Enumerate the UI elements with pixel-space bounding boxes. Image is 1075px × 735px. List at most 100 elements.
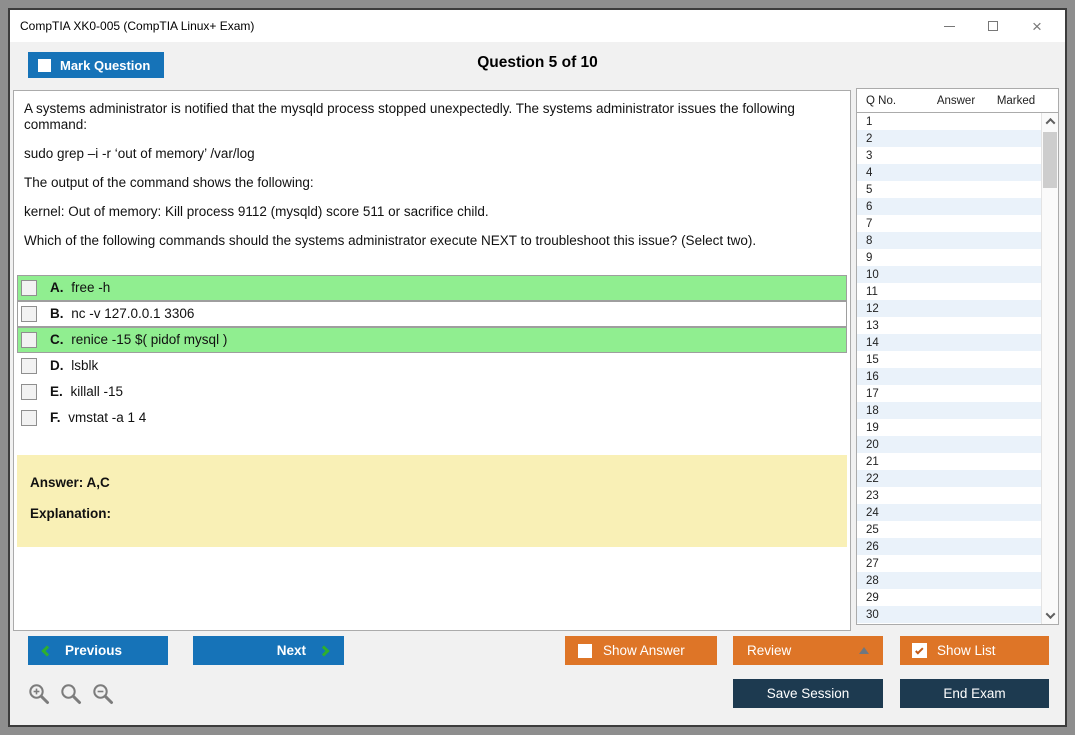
option-letter: D. [50,358,64,373]
qrow-number: 21 [866,456,918,468]
answer-option-row[interactable]: B. nc -v 127.0.0.1 3306 [17,301,847,327]
question-panel: A systems administrator is notified that… [13,90,851,631]
header-bar: Mark Question Question 5 of 10 [10,42,1065,88]
question-prompt: Which of the following commands should t… [24,233,840,249]
question-list-row[interactable]: 18 [857,402,1041,419]
option-letter: E. [50,384,63,399]
question-list-row[interactable]: 8 [857,232,1041,249]
question-list-row[interactable]: 15 [857,351,1041,368]
question-list-row[interactable]: 9 [857,249,1041,266]
show-answer-checkbox[interactable] [578,644,592,658]
show-list-label: Show List [937,643,996,658]
question-list-row[interactable]: 26 [857,538,1041,555]
question-paragraph: A systems administrator is notified that… [24,101,840,133]
question-list-row[interactable]: 5 [857,181,1041,198]
option-text: lsblk [68,358,99,373]
minimize-button[interactable] [927,10,971,42]
question-list-row[interactable]: 20 [857,436,1041,453]
zoom-controls [28,683,115,706]
maximize-button[interactable] [971,10,1015,42]
options-list: A. free -h B. nc -v 127.0.0.1 3306 C. re… [17,275,847,431]
option-checkbox[interactable] [21,384,37,400]
show-list-checkbox[interactable] [912,643,927,658]
question-list-row[interactable]: 25 [857,521,1041,538]
close-button[interactable]: × [1015,10,1059,42]
question-list-row[interactable]: 1 [857,113,1041,130]
question-list-row[interactable]: 6 [857,198,1041,215]
question-list-row[interactable]: 4 [857,164,1041,181]
zoom-reset-icon[interactable] [60,683,83,706]
qrow-number: 2 [866,133,918,145]
question-list-row[interactable]: 7 [857,215,1041,232]
explanation-label: Explanation: [30,506,847,521]
end-exam-label: End Exam [943,686,1005,701]
question-list-row[interactable]: 17 [857,385,1041,402]
qrow-number: 1 [866,116,918,128]
answer-option-row[interactable]: C. renice -15 $( pidof mysql ) [17,327,847,353]
qrow-number: 7 [866,218,918,230]
question-list-row[interactable]: 16 [857,368,1041,385]
qrow-number: 14 [866,337,918,349]
next-button[interactable]: Next [193,636,344,665]
show-list-button[interactable]: Show List [900,636,1049,665]
answer-option-row[interactable]: D. lsblk [17,353,847,379]
option-checkbox[interactable] [21,410,37,426]
question-list-row[interactable]: 21 [857,453,1041,470]
qrow-number: 20 [866,439,918,451]
qrow-number: 13 [866,320,918,332]
question-list-row[interactable]: 30 [857,606,1041,623]
save-session-label: Save Session [767,686,850,701]
answer-option-row[interactable]: A. free -h [17,275,847,301]
previous-button[interactable]: Previous [28,636,168,665]
zoom-in-icon[interactable] [28,683,51,706]
answer-text: Answer: A,C [30,475,847,490]
question-list-body: 1 2 3 4 5 6 7 8 9 10 11 [857,113,1041,624]
qrow-number: 29 [866,592,918,604]
save-session-button[interactable]: Save Session [733,679,883,708]
scroll-down-button[interactable] [1042,607,1058,624]
app-window: CompTIA XK0-005 (CompTIA Linux+ Exam) × … [8,8,1067,727]
end-exam-button[interactable]: End Exam [900,679,1049,708]
scroll-up-button[interactable] [1042,113,1058,130]
option-checkbox[interactable] [21,280,37,296]
checkmark-icon [915,646,923,654]
question-list-row[interactable]: 10 [857,266,1041,283]
show-answer-button[interactable]: Show Answer [565,636,717,665]
question-command: sudo grep –i -r ‘out of memory’ /var/log [24,146,840,162]
question-paragraph: The output of the command shows the foll… [24,175,840,191]
answer-option-row[interactable]: F. vmstat -a 1 4 [17,405,847,431]
question-list-row[interactable]: 23 [857,487,1041,504]
previous-label: Previous [65,643,122,658]
option-text: vmstat -a 1 4 [65,410,147,425]
scrollbar-thumb[interactable] [1043,132,1057,188]
option-text: free -h [68,280,111,295]
option-checkbox[interactable] [21,306,37,322]
question-list-row[interactable]: 14 [857,334,1041,351]
qrow-number: 16 [866,371,918,383]
option-checkbox[interactable] [21,332,37,348]
qrow-number: 9 [866,252,918,264]
option-checkbox[interactable] [21,358,37,374]
question-list-row[interactable]: 22 [857,470,1041,487]
zoom-out-icon[interactable] [92,683,115,706]
qrow-number: 24 [866,507,918,519]
question-list-row[interactable]: 12 [857,300,1041,317]
question-list-row[interactable]: 29 [857,589,1041,606]
question-list-row[interactable]: 28 [857,572,1041,589]
window-controls: × [927,10,1059,42]
question-list-row[interactable]: 3 [857,147,1041,164]
question-list-row[interactable]: 19 [857,419,1041,436]
option-letter: C. [50,332,64,347]
question-list-scrollbar[interactable] [1041,113,1058,624]
question-list-row[interactable]: 13 [857,317,1041,334]
question-list-row[interactable]: 11 [857,283,1041,300]
column-header-marked: Marked [994,95,1038,107]
maximize-icon [988,21,998,31]
option-letter: F. [50,410,61,425]
answer-option-row[interactable]: E. killall -15 [17,379,847,405]
question-list-row[interactable]: 27 [857,555,1041,572]
review-button[interactable]: Review [733,636,883,665]
question-list-row[interactable]: 24 [857,504,1041,521]
review-label: Review [747,643,791,658]
question-list-row[interactable]: 2 [857,130,1041,147]
